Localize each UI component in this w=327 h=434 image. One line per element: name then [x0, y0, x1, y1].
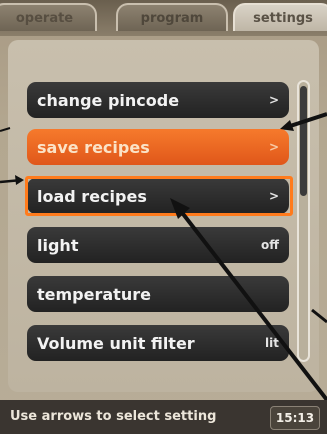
- clock-display: 15:13: [270, 406, 320, 430]
- right-top-pointer-arrow-icon: [280, 112, 327, 131]
- diagonal-pointer-arrow-icon: [170, 198, 327, 402]
- device-screen: operate program settings change pincode …: [0, 0, 327, 434]
- left-pointer-arrow-icon: [0, 127, 24, 185]
- status-hint: Use arrows to select setting: [10, 409, 217, 424]
- right-bottom-pointer-arrow-icon: [311, 308, 327, 324]
- status-bar: Use arrows to select setting 15:13: [0, 400, 327, 434]
- annotation-arrows: [0, 112, 327, 402]
